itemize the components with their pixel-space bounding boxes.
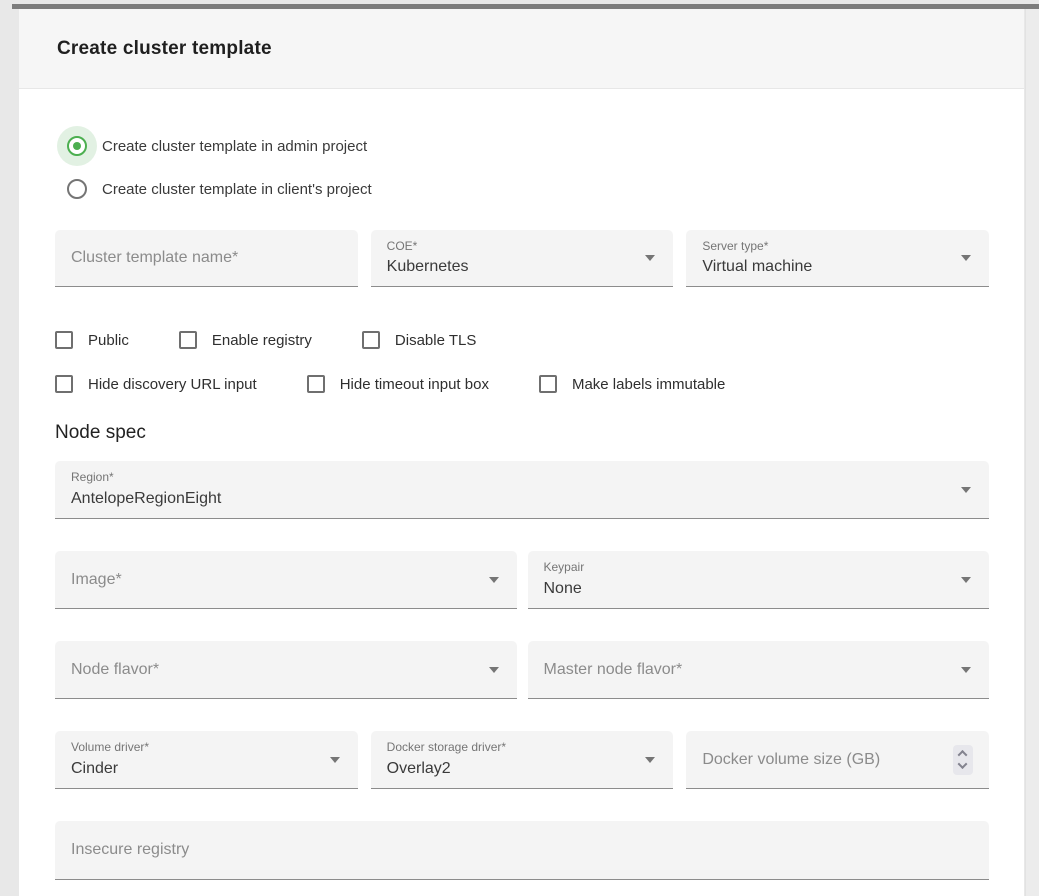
chevron-down-icon (961, 667, 971, 673)
node-flavor-select[interactable]: Node flavor* (55, 641, 517, 699)
checkbox-icon (362, 331, 380, 349)
docker-volume-size-input[interactable] (686, 731, 989, 788)
radio-client-project[interactable]: Create cluster template in client's proj… (57, 169, 989, 209)
checkbox-make-labels-immutable[interactable]: Make labels immutable (539, 375, 725, 393)
node-flavor-placeholder: Node flavor* (71, 661, 159, 679)
keypair-value: None (544, 580, 582, 598)
coe-label: COE* (387, 239, 418, 253)
volume-driver-select[interactable]: Volume driver* Cinder (55, 731, 358, 789)
vertical-scrollbar[interactable] (1025, 9, 1039, 896)
checkbox-icon (55, 375, 73, 393)
server-type-value: Virtual machine (702, 258, 812, 276)
volume-driver-label: Volume driver* (71, 740, 149, 754)
cluster-template-name-input[interactable] (55, 230, 358, 286)
keypair-label: Keypair (544, 560, 585, 574)
checkbox-enable-registry[interactable]: Enable registry (179, 331, 312, 349)
checkbox-label: Make labels immutable (572, 376, 725, 393)
options-checkbox-row-2: Hide discovery URL input Hide timeout in… (55, 375, 989, 393)
docker-storage-driver-select[interactable]: Docker storage driver* Overlay2 (371, 731, 674, 789)
chevron-down-icon (645, 255, 655, 261)
create-cluster-template-dialog: Create cluster template Create cluster t… (19, 9, 1024, 896)
checkbox-label: Public (88, 332, 129, 349)
radio-halo (57, 169, 97, 209)
checkbox-label: Disable TLS (395, 332, 476, 349)
docker-storage-driver-value: Overlay2 (387, 760, 451, 778)
radio-label: Create cluster template in admin project (102, 138, 367, 155)
project-scope-radio-group: Create cluster template in admin project… (57, 126, 989, 209)
server-type-select[interactable]: Server type* Virtual machine (686, 230, 989, 287)
coe-value: Kubernetes (387, 258, 469, 276)
dialog-body: Create cluster template in admin project… (19, 126, 1024, 880)
checkbox-disable-tls[interactable]: Disable TLS (362, 331, 476, 349)
master-node-flavor-placeholder: Master node flavor* (544, 661, 683, 679)
chevron-down-icon (489, 667, 499, 673)
docker-storage-driver-label: Docker storage driver* (387, 740, 506, 754)
dialog-header: Create cluster template (19, 9, 1024, 89)
checkbox-public[interactable]: Public (55, 331, 129, 349)
checkbox-hide-timeout-input[interactable]: Hide timeout input box (307, 375, 489, 393)
flavor-row: Node flavor* Master node flavor* (55, 641, 989, 699)
chevron-down-icon (489, 577, 499, 583)
chevron-down-icon (330, 757, 340, 763)
checkbox-label: Enable registry (212, 332, 312, 349)
checkbox-icon (539, 375, 557, 393)
checkbox-icon (55, 331, 73, 349)
chevron-down-icon (961, 255, 971, 261)
checkbox-icon (179, 331, 197, 349)
keypair-select[interactable]: Keypair None (528, 551, 990, 609)
checkbox-label: Hide timeout input box (340, 376, 489, 393)
image-keypair-row: Image* Keypair None (55, 551, 989, 609)
page-title: Create cluster template (57, 38, 272, 60)
server-type-label: Server type* (702, 239, 768, 253)
radio-button-icon (67, 179, 87, 199)
docker-volume-size-field[interactable] (686, 731, 989, 789)
coe-select[interactable]: COE* Kubernetes (371, 230, 674, 287)
insecure-registry-input[interactable] (55, 821, 989, 879)
image-select[interactable]: Image* (55, 551, 517, 609)
cluster-template-name-field[interactable] (55, 230, 358, 287)
chevron-down-icon (961, 577, 971, 583)
radio-label: Create cluster template in client's proj… (102, 181, 372, 198)
chevron-down-icon (961, 487, 971, 493)
radio-button-icon (67, 136, 87, 156)
number-stepper[interactable] (953, 745, 973, 775)
checkbox-label: Hide discovery URL input (88, 376, 257, 393)
checkbox-icon (307, 375, 325, 393)
stepper-down-icon[interactable] (958, 759, 968, 769)
checkbox-hide-discovery-url[interactable]: Hide discovery URL input (55, 375, 257, 393)
image-placeholder: Image* (71, 571, 122, 589)
options-checkbox-row-1: Public Enable registry Disable TLS (55, 331, 989, 349)
chevron-down-icon (645, 757, 655, 763)
region-select[interactable]: Region* AntelopeRegionEight (55, 461, 989, 519)
template-basics-row: COE* Kubernetes Server type* Virtual mac… (55, 230, 989, 287)
node-spec-heading: Node spec (55, 422, 989, 444)
volume-driver-value: Cinder (71, 760, 118, 778)
storage-row: Volume driver* Cinder Docker storage dri… (55, 731, 989, 789)
region-label: Region* (71, 470, 114, 484)
stepper-up-icon[interactable] (958, 750, 968, 760)
master-node-flavor-select[interactable]: Master node flavor* (528, 641, 990, 699)
insecure-registry-field[interactable] (55, 821, 989, 880)
region-value: AntelopeRegionEight (71, 490, 221, 508)
radio-admin-project[interactable]: Create cluster template in admin project (57, 126, 989, 166)
radio-halo (57, 126, 97, 166)
